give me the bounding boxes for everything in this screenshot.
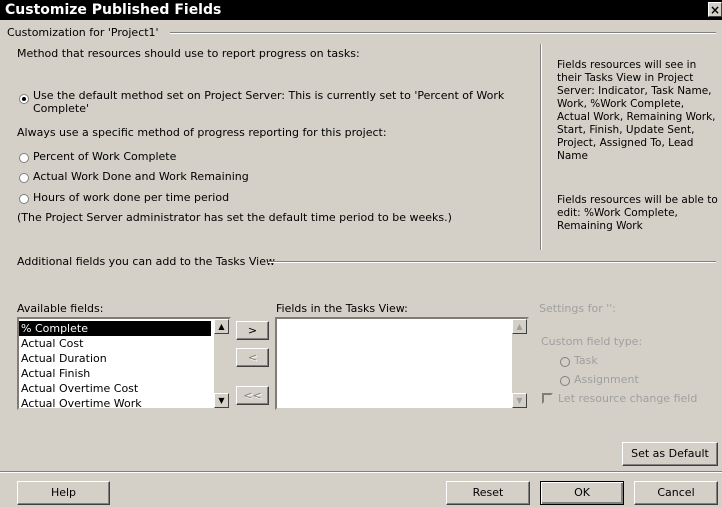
list-item[interactable]: Actual Cost [19,336,229,351]
customize-published-fields-dialog: Customize Published Fields × Customizati… [0,0,722,507]
tasks-view-fields-list[interactable]: ▲ ▼ [275,317,529,410]
admin-note: (The Project Server administrator has se… [17,211,452,224]
radio-custom-assignment[interactable] [560,376,570,386]
customization-label: Customization for 'Project1' [7,26,159,39]
additional-divider [268,261,716,263]
radio-hours-per-period[interactable] [19,194,29,204]
radio-default-method[interactable] [19,94,29,104]
radio-default-label-2: Complete' [33,102,90,115]
radio-custom-task[interactable] [560,357,570,367]
scroll-down-icon[interactable]: ▼ [214,393,229,408]
cancel-button[interactable]: Cancel [634,481,718,505]
visible-fields-info: Fields resources will see in their Tasks… [557,59,716,162]
remove-all-fields-button[interactable]: << [236,386,269,405]
custom-task-label: Task [574,354,598,367]
scroll-up-icon[interactable]: ▲ [512,319,527,334]
help-button[interactable]: Help [17,481,110,505]
remove-field-button[interactable]: < [236,348,269,367]
available-scrollbar[interactable]: ▲ ▼ [214,319,229,408]
available-fields-label: Available fields: [17,302,104,315]
set-as-default-button[interactable]: Set as Default [622,442,718,466]
dialog-title: Customize Published Fields [5,2,222,18]
list-item[interactable]: Actual Overtime Cost [19,381,229,396]
editable-fields-info: Fields resources will be able to edit: %… [557,194,718,232]
tasks-view-fields-label: Fields in the Tasks View: [276,302,408,315]
tasks-view-scrollbar[interactable]: ▲ ▼ [512,319,527,408]
specific-method-prompt: Always use a specific method of progress… [17,126,387,139]
scroll-up-icon[interactable]: ▲ [214,319,229,334]
radio-actual-work[interactable] [19,173,29,183]
radio-percent-label: Percent of Work Complete [33,150,177,163]
vertical-divider [540,44,542,250]
list-item[interactable]: % Complete [19,321,211,336]
footer-divider [0,471,722,473]
settings-title: Settings for '': [539,302,616,315]
custom-field-type-label: Custom field type: [541,335,643,348]
list-item[interactable]: Actual Overtime Work [19,396,229,411]
method-prompt: Method that resources should use to repo… [17,47,360,60]
let-resource-change-label: Let resource change field [558,392,698,405]
customization-divider [170,32,716,34]
radio-default-label-1: Use the default method set on Project Se… [33,89,505,102]
list-item[interactable]: Actual Finish [19,366,229,381]
scroll-down-icon[interactable]: ▼ [512,393,527,408]
radio-actual-label: Actual Work Done and Work Remaining [33,170,249,183]
radio-percent-complete[interactable] [19,153,29,163]
additional-fields-label: Additional fields you can add to the Tas… [17,255,276,268]
title-bar: Customize Published Fields × [0,0,722,20]
list-item[interactable]: Actual Duration [19,351,229,366]
reset-button[interactable]: Reset [446,481,530,505]
add-field-button[interactable]: > [236,321,269,340]
custom-assignment-label: Assignment [574,373,639,386]
radio-hours-label: Hours of work done per time period [33,191,230,204]
available-fields-list[interactable]: % Complete Actual Cost Actual Duration Actu… [17,317,231,410]
ok-button[interactable]: OK [540,481,624,505]
let-resource-change-checkbox[interactable] [542,393,553,404]
close-icon[interactable]: × [708,2,722,17]
